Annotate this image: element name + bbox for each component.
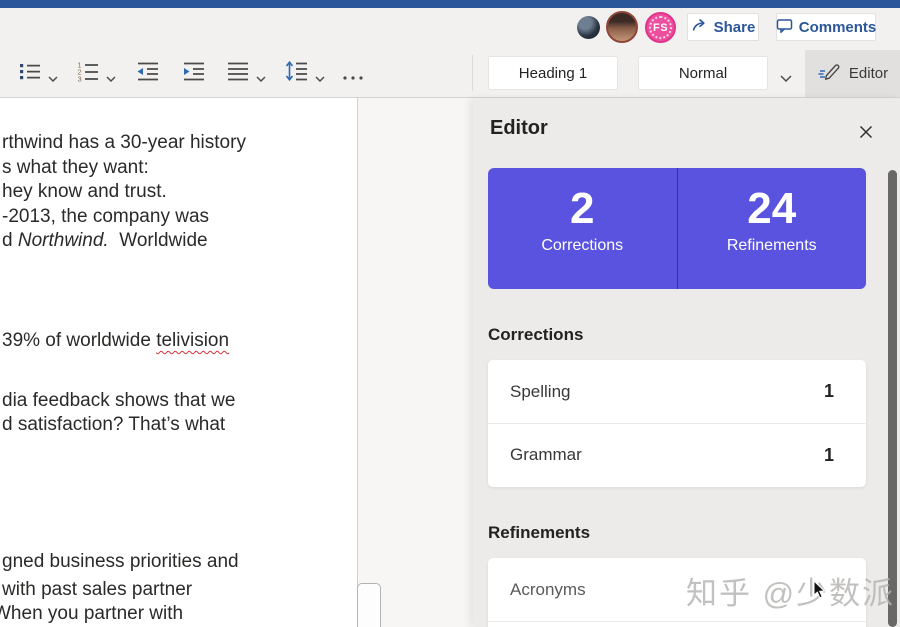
doc-line: rthwind has a 30-year history bbox=[2, 132, 246, 153]
share-label: Share bbox=[713, 18, 756, 36]
doc-line-italic: d Northwind. Worldwide bbox=[2, 230, 208, 251]
corrections-count: 2 bbox=[570, 184, 595, 233]
title-bar bbox=[0, 0, 900, 8]
doc-line: s what they want: bbox=[2, 157, 149, 178]
document-page[interactable]: rthwind has a 30-year history s what the… bbox=[0, 98, 358, 627]
share-button[interactable]: Share bbox=[687, 13, 759, 41]
doc-line: When you partner with bbox=[0, 603, 184, 624]
collaborator-avatar-1[interactable] bbox=[577, 16, 600, 39]
spelling-row[interactable]: Spelling 1 bbox=[488, 360, 866, 423]
grammar-label: Grammar bbox=[510, 445, 582, 464]
corrections-card: Spelling 1 Grammar 1 bbox=[488, 360, 866, 487]
spelling-label: Spelling bbox=[510, 381, 571, 401]
corrections-section-header: Corrections bbox=[488, 325, 584, 344]
decrease-indent-button[interactable] bbox=[135, 59, 161, 88]
doc-line: dia feedback shows that we bbox=[2, 390, 236, 411]
pane-scrollbar-thumb[interactable] bbox=[888, 170, 897, 627]
increase-indent-button[interactable] bbox=[181, 59, 207, 88]
align-button[interactable] bbox=[226, 59, 250, 88]
more-options-button[interactable] bbox=[342, 68, 364, 86]
refinements-score-tile[interactable]: 24 Refinements bbox=[678, 168, 867, 289]
refinements-section-header: Refinements bbox=[488, 523, 591, 542]
collaborator-avatar-3[interactable]: FS bbox=[645, 12, 676, 43]
watermark: 知乎 @少数派 bbox=[686, 576, 896, 611]
line-spacing-dropdown[interactable] bbox=[315, 69, 325, 87]
style-chip-heading1[interactable]: Heading 1 bbox=[488, 56, 618, 90]
line-spacing-button[interactable] bbox=[284, 59, 310, 88]
doc-line: -2013, the company was bbox=[2, 206, 210, 227]
align-dropdown[interactable] bbox=[256, 69, 266, 87]
numbered-list-button[interactable]: 123 bbox=[76, 59, 100, 88]
style-chip-normal-label: Normal bbox=[678, 64, 728, 82]
refinements-count-label: Refinements bbox=[726, 237, 817, 254]
style-gallery-dropdown[interactable] bbox=[780, 69, 792, 87]
row-divider bbox=[488, 621, 866, 622]
style-chip-normal[interactable]: Normal bbox=[638, 56, 768, 90]
editor-score-card: 2 Corrections 24 Refinements bbox=[488, 168, 866, 289]
comments-button[interactable]: Comments bbox=[776, 13, 876, 41]
doc-line: hey know and trust. bbox=[2, 181, 167, 202]
doc-line: gned business priorities and bbox=[2, 551, 239, 572]
mouse-cursor bbox=[813, 579, 827, 605]
italic-text: Northwind. bbox=[17, 230, 109, 251]
toolbar-separator bbox=[472, 55, 473, 91]
grammar-row[interactable]: Grammar 1 bbox=[488, 423, 866, 486]
corrections-score-tile[interactable]: 2 Corrections bbox=[488, 168, 678, 289]
editor-pen-icon bbox=[817, 61, 842, 87]
doc-line: d satisfaction? That’s what bbox=[2, 414, 226, 435]
acronyms-label: Acronyms bbox=[510, 579, 586, 599]
grammar-count: 1 bbox=[823, 444, 834, 465]
misspelled-word[interactable]: telivision bbox=[156, 330, 229, 351]
corrections-count-label: Corrections bbox=[541, 237, 624, 254]
bullet-list-button[interactable] bbox=[18, 59, 42, 88]
editor-pane-title: Editor bbox=[490, 117, 548, 139]
doc-line: with past sales partner bbox=[2, 579, 193, 600]
comments-icon bbox=[776, 17, 793, 38]
editor-ribbon-button-label: Editor bbox=[848, 65, 889, 82]
avatar-dotted-ring bbox=[649, 16, 672, 39]
numbered-list-dropdown[interactable] bbox=[106, 69, 116, 87]
bullet-list-dropdown[interactable] bbox=[48, 69, 58, 87]
share-icon bbox=[691, 17, 708, 38]
style-chip-heading1-label: Heading 1 bbox=[518, 64, 588, 82]
word-window: FS Share Comments 123 Heading 1 Normal E… bbox=[0, 0, 900, 627]
refinements-count: 24 bbox=[747, 184, 797, 233]
svg-text:3: 3 bbox=[78, 75, 82, 83]
spelling-count: 1 bbox=[823, 381, 834, 401]
editor-ribbon-button[interactable]: Editor bbox=[805, 50, 900, 97]
collaborator-avatar-2[interactable] bbox=[606, 11, 638, 43]
page-edge-widget[interactable] bbox=[357, 583, 381, 627]
doc-line-spelling: 39% of worldwide telivision bbox=[2, 330, 230, 351]
comments-label: Comments bbox=[798, 18, 877, 36]
close-icon[interactable] bbox=[854, 120, 878, 144]
